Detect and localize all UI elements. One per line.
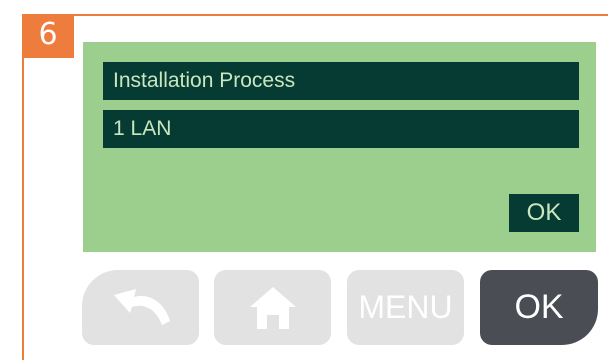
screen-ok-softkey[interactable]: OK [509, 194, 579, 232]
back-arrow-icon [110, 287, 172, 329]
back-button[interactable] [82, 270, 199, 345]
home-button[interactable] [214, 270, 331, 345]
frame-border-top [22, 14, 608, 16]
screen-title: Installation Process [103, 62, 579, 100]
selected-option[interactable]: 1 LAN [103, 110, 579, 148]
step-number-badge: 6 [22, 14, 74, 58]
frame-border-left [22, 14, 24, 360]
menu-button[interactable]: MENU [347, 270, 464, 345]
instruction-panel: 6 Installation Process 1 LAN OK MENU OK [0, 0, 608, 360]
home-icon [248, 285, 298, 331]
ok-button[interactable]: OK [480, 270, 598, 345]
device-screen: Installation Process 1 LAN OK [83, 42, 596, 252]
